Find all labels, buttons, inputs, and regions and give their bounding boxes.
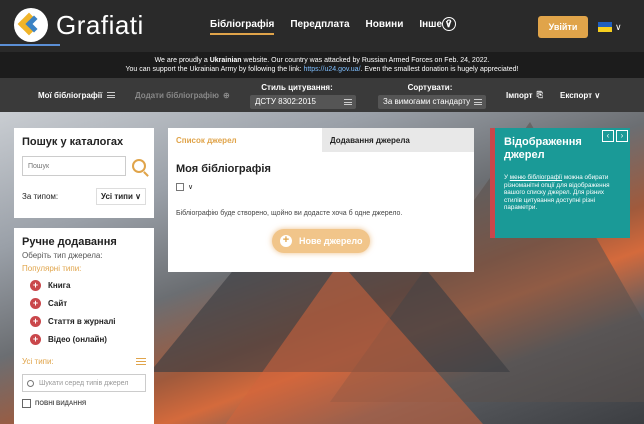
search-icon [27,379,34,387]
grafiati-logo-icon [14,8,48,42]
all-types-row[interactable]: Усі типи: [22,357,146,366]
full-editions-label: ПОВНІ ВИДАННЯ [35,400,87,407]
import-icon: ⎘ [536,90,543,99]
add-bibliography-button[interactable]: Додати бібліографію ⊕ [135,78,230,112]
chevron-down-icon[interactable]: ∨ [188,183,193,191]
catalog-search-panel: Пошук у каталогах За типом: Усі типи ∨ [14,128,154,218]
info-panel-text: У меню бібліографії можна обирати різном… [504,174,622,212]
banner-text: You can support the Ukrainian Army by fo… [125,66,304,73]
all-types-label: Усі типи: [22,357,54,366]
manual-add-title: Ручне додавання [22,236,117,248]
add-bib-label: Додати бібліографію [135,90,219,100]
help-icon[interactable]: ? [442,17,456,31]
panel-accent-stripe [490,128,495,238]
my-bibliographies-button[interactable]: Мої бібліографії [38,78,116,112]
new-source-label: Нове джерело [299,236,363,246]
banner-text: . Even the smallest donation is hugely a… [360,66,519,73]
full-editions-category[interactable]: ПОВНІ ВИДАННЯ [22,399,146,408]
plus-icon: + [30,334,41,345]
type-filter-label: За типом: [22,192,59,201]
sort-label: Сортувати: [407,83,453,92]
book-icon [22,399,31,408]
card-tabs: Список джерел Додавання джерела [168,128,474,152]
banner-text: website. Our country was attacked by Rus… [241,57,490,64]
citation-style-select[interactable]: ДСТУ 8302:2015 [250,95,356,109]
menu-icon [344,99,352,105]
bibliography-menu-link[interactable]: меню бібліографії [510,174,562,181]
source-type-label: Відео (онлайн) [48,335,107,344]
source-type-search-placeholder: Шукати серед типів джерел [39,379,129,387]
import-label: Імпорт [506,90,533,100]
popular-types-label: Популярні типи: [22,264,82,273]
support-banner: We are proudly a Ukrainian website. Our … [0,52,644,78]
source-type-search-input[interactable]: Шукати серед типів джерел [22,374,146,392]
new-source-button[interactable]: + Нове джерело [272,229,370,253]
source-type-label: Стаття в журналі [48,317,116,326]
catalog-search-input[interactable] [22,156,126,176]
bibliography-toolbar: Мої бібліографії Додати бібліографію ⊕ С… [0,78,644,112]
chevron-left-icon[interactable]: ‹ [602,130,614,142]
plus-icon: + [30,298,41,309]
search-icon[interactable] [132,159,146,173]
panel-pager: ‹ › [602,130,628,142]
source-type-website[interactable]: + Сайт [30,298,146,309]
menu-icon [136,358,146,365]
source-type-label: Сайт [48,299,68,308]
bibliography-title: Моя бібліографія [176,163,271,175]
login-button[interactable]: Увійти [538,16,588,38]
ukraine-flag-icon [598,22,612,32]
export-label: Експорт ∨ [560,90,601,100]
plus-icon: + [280,235,292,247]
tab-add-source[interactable]: Додавання джерела [322,128,474,152]
source-type-journal-article[interactable]: + Стаття в журналі [30,316,146,327]
import-button[interactable]: Імпорт ⎘ [506,78,543,112]
source-type-online-video[interactable]: + Відео (онлайн) [30,334,146,345]
plus-icon: + [30,316,41,327]
brand-name: Grafiati [56,9,144,40]
manual-add-subtitle: Оберіть тип джерела: [22,251,103,260]
my-bib-label: Мої бібліографії [38,90,103,100]
chevron-down-icon: ∨ [615,21,622,32]
citation-style-label: Стиль цитування: [261,83,333,92]
main-nav: Бібліографія Передплата Новини Інше ∨ [210,19,452,35]
citation-style-value: ДСТУ 8302:2015 [255,97,316,106]
bibliography-card: Список джерел Додавання джерела Моя бібл… [168,128,474,272]
source-type-book[interactable]: + Книга [30,280,146,291]
tab-source-list[interactable]: Список джерел [168,128,322,152]
source-type-label: Книга [48,281,71,290]
decorative-line [0,44,60,46]
chevron-right-icon[interactable]: › [616,130,628,142]
display-sources-info-panel: ‹ › Відображення джерел У меню бібліогра… [490,128,630,238]
banner-bold: Ukrainian [209,57,242,64]
select-all-checkbox[interactable] [176,183,184,191]
sort-select[interactable]: За вимогами стандарту [378,95,486,109]
plus-icon: + [30,280,41,291]
export-button[interactable]: Експорт ∨ [560,78,600,112]
logo[interactable]: Grafiati [14,8,144,42]
select-all-control[interactable]: ∨ [176,183,193,191]
nav-news[interactable]: Новини [366,19,404,35]
empty-bibliography-message: Бібліографію буде створено, щойно ви дод… [176,210,403,217]
menu-icon [474,99,482,105]
menu-icon [107,92,116,98]
top-navbar: Grafiati Бібліографія Передплата Новини … [0,0,644,52]
plus-circle-icon: ⊕ [222,90,230,100]
banner-text: We are proudly a [154,57,210,64]
language-selector[interactable]: ∨ [598,18,628,36]
sort-value: За вимогами стандарту [383,97,471,106]
nav-bibliography[interactable]: Бібліографія [210,19,275,35]
donation-link[interactable]: https://u24.gov.ua/ [303,66,360,73]
catalog-search-title: Пошук у каталогах [22,136,124,148]
type-filter-select[interactable]: Усі типи ∨ [95,188,146,205]
manual-add-panel: Ручне додавання Оберіть тип джерела: Поп… [14,228,154,424]
nav-subscription[interactable]: Передплата [290,19,349,35]
